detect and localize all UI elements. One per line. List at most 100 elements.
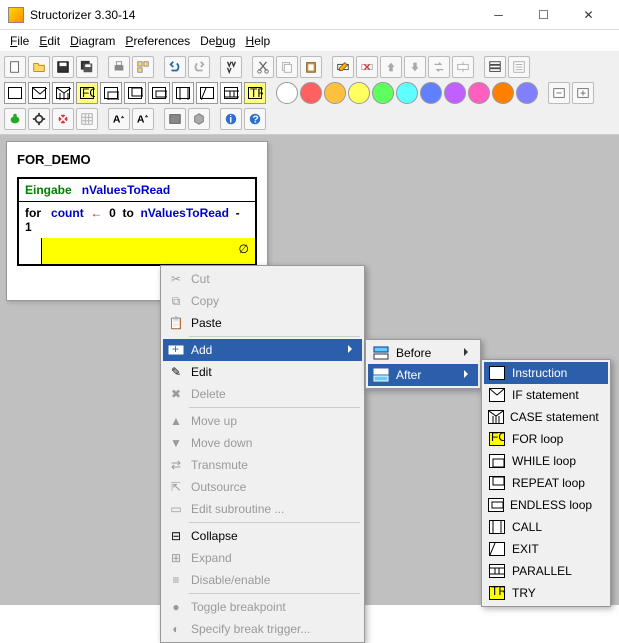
open-button[interactable] [28,56,50,78]
ctx-specifybp[interactable]: ◐Specify break trigger... [163,618,362,640]
new-button[interactable] [4,56,26,78]
ctx-cut[interactable]: ✂Cut [163,268,362,290]
ctx-add[interactable]: +Add [163,339,362,361]
color-8[interactable] [468,82,490,104]
collapse-all-button[interactable] [548,82,570,104]
nsd-try[interactable]: TRY [244,82,266,104]
elem-exit[interactable]: EXIT [484,538,608,560]
elem-for[interactable]: FORFOR loop [484,428,608,450]
color-9[interactable] [492,82,514,104]
nsd-if[interactable] [28,82,50,104]
font-down-button[interactable]: A [132,108,154,130]
for-body-empty[interactable] [41,238,255,264]
menu-diagram[interactable]: Diagram [66,32,119,50]
menu-file[interactable]: File [6,32,33,50]
ctx-togglebp[interactable]: ●Toggle breakpoint [163,596,362,618]
nsd-repeat[interactable] [124,82,146,104]
color-5[interactable] [396,82,418,104]
move-up-button[interactable] [380,56,402,78]
outsource-button[interactable] [452,56,474,78]
color-1[interactable] [300,82,322,104]
ctx-moveup[interactable]: ▲Move up [163,410,362,432]
validate-button[interactable] [164,108,186,130]
cut-button[interactable] [252,56,274,78]
elem-case[interactable]: CASE statement [484,406,608,428]
menu-edit[interactable]: Edit [35,32,64,50]
ctx-transmute[interactable]: ⇄Transmute [163,454,362,476]
for-keyword: for [25,206,41,220]
ctx-disable[interactable]: ≡Disable/enable [163,569,362,591]
elem-instruction[interactable]: Instruction [484,362,608,384]
elem-call[interactable]: CALL [484,516,608,538]
nsd-instruction[interactable] [4,82,26,104]
color-2[interactable] [324,82,346,104]
structure-button[interactable] [188,108,210,130]
nsd-endless[interactable] [148,82,170,104]
nsd-case[interactable] [52,82,74,104]
arrange-button[interactable] [132,56,154,78]
color-4[interactable] [372,82,394,104]
elem-endless[interactable]: ENDLESS loop [484,494,608,516]
ctx-delete[interactable]: ✖Delete [163,383,362,405]
info-button[interactable]: i [220,108,242,130]
paste-button[interactable] [300,56,322,78]
ctx-outsource[interactable]: ⇱Outsource [163,476,362,498]
window-title: Structorizer 3.30-14 [30,8,476,22]
svg-text:TRY: TRY [491,587,504,598]
settings-button[interactable] [28,108,50,130]
elem-try[interactable]: TRYTRY [484,582,608,604]
elem-while[interactable]: WHILE loop [484,450,608,472]
color-3[interactable] [348,82,370,104]
for-block[interactable]: for count ← 0 to nValuesToRead - 1 [19,202,255,264]
ctx-movedown[interactable]: ▼Move down [163,432,362,454]
elem-parallel[interactable]: PARALLEL [484,560,608,582]
font-up-button[interactable]: A [108,108,130,130]
minimize-button[interactable]: ─ [476,1,521,29]
expand-all-button[interactable] [572,82,594,104]
grid-button[interactable] [76,108,98,130]
nsd-call[interactable] [172,82,194,104]
undo-button[interactable] [164,56,186,78]
nsd-exit[interactable] [196,82,218,104]
input-row[interactable]: Eingabe nValuesToRead [19,179,255,202]
elem-if[interactable]: IF statement [484,384,608,406]
transmute-button[interactable] [428,56,450,78]
redo-button[interactable] [188,56,210,78]
move-down-button[interactable] [404,56,426,78]
ctx-collapse[interactable]: ⊟Collapse [163,525,362,547]
sub-after[interactable]: After [368,364,478,386]
maximize-button[interactable]: ☐ [521,1,566,29]
copy-button[interactable] [276,56,298,78]
close-button[interactable]: ✕ [566,1,611,29]
ctx-paste[interactable]: 📋Paste [163,312,362,334]
menu-debug[interactable]: Debug [196,32,239,50]
clear-breakpoints-button[interactable] [52,108,74,130]
color-10[interactable] [516,82,538,104]
nsd-while[interactable] [100,82,122,104]
find-button[interactable] [220,56,242,78]
color-6[interactable] [420,82,442,104]
for-var: count [51,206,84,220]
expand-button[interactable] [508,56,530,78]
nsd-parallel[interactable] [220,82,242,104]
menubar: File Edit Diagram Preferences Debug Help [0,30,619,52]
ctx-expand[interactable]: ⊞Expand [163,547,362,569]
help-button[interactable]: ? [244,108,266,130]
nsd-for[interactable]: FOR [76,82,98,104]
edit-element-button[interactable] [332,56,354,78]
turtle-button[interactable] [4,108,26,130]
ctx-copy[interactable]: ⧉Copy [163,290,362,312]
menu-help[interactable]: Help [242,32,275,50]
ctx-edit[interactable]: ✎Edit [163,361,362,383]
ctx-editsub[interactable]: ▭Edit subroutine ... [163,498,362,520]
elem-repeat[interactable]: REPEAT loop [484,472,608,494]
menu-preferences[interactable]: Preferences [121,32,194,50]
save-button[interactable] [52,56,74,78]
sub-before[interactable]: Before [368,342,478,364]
print-button[interactable] [108,56,130,78]
collapse-button[interactable] [484,56,506,78]
color-7[interactable] [444,82,466,104]
delete-element-button[interactable] [356,56,378,78]
save-all-button[interactable] [76,56,98,78]
color-0[interactable] [276,82,298,104]
